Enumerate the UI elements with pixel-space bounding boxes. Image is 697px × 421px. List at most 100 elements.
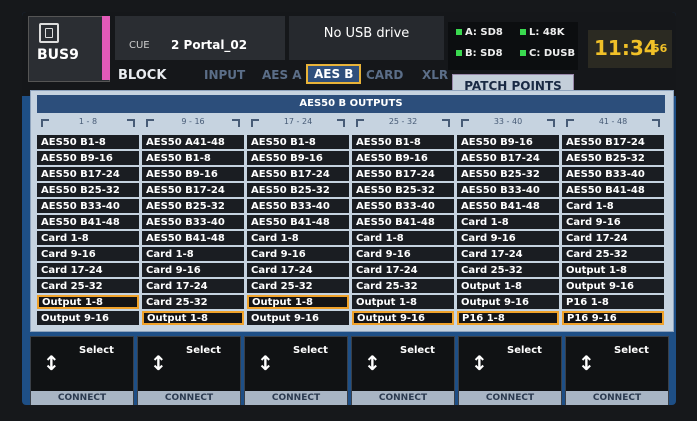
list-item[interactable]: AES50 B9-16 [247, 151, 349, 165]
up-down-arrow-icon: ↕ [364, 351, 381, 375]
usb-status[interactable]: No USB drive [289, 16, 444, 60]
list-item[interactable]: AES50 B17-24 [142, 183, 244, 197]
list-item[interactable]: AES50 B1-8 [37, 135, 139, 149]
list-item[interactable]: AES50 B41-48 [142, 231, 244, 245]
tab-aes-a[interactable]: AES A [262, 68, 302, 82]
list-item[interactable]: Card 9-16 [562, 215, 664, 229]
tab-input[interactable]: INPUT [204, 68, 245, 82]
list-item[interactable]: AES50 A41-48 [142, 135, 244, 149]
list-item[interactable]: P16 1-8 [562, 295, 664, 309]
list-item[interactable]: AES50 B41-48 [457, 199, 559, 213]
list-item[interactable]: Card 1-8 [37, 231, 139, 245]
list-item[interactable]: AES50 B17-24 [37, 167, 139, 181]
list-item[interactable]: Card 9-16 [247, 247, 349, 261]
list-item[interactable]: P16 9-16 [562, 311, 664, 325]
list-item[interactable]: Card 25-32 [142, 295, 244, 309]
usb-status-text: No USB drive [323, 26, 410, 41]
list-item[interactable]: AES50 B25-32 [457, 167, 559, 181]
list-item[interactable]: Card 17-24 [37, 263, 139, 277]
encoder-5[interactable]: ↕ Select CONNECT [458, 336, 562, 405]
column-range: 25 - 32 [352, 117, 454, 135]
list-item[interactable]: Card 25-32 [562, 247, 664, 261]
list-item[interactable]: Card 25-32 [247, 279, 349, 293]
up-down-arrow-icon: ↕ [150, 351, 167, 375]
list-item[interactable]: AES50 B25-32 [247, 183, 349, 197]
list-item[interactable]: Card 1-8 [352, 231, 454, 245]
bus-indicator[interactable]: BUS9 [28, 16, 110, 82]
list-item[interactable]: Card 9-16 [142, 263, 244, 277]
list-item[interactable]: Output 1-8 [142, 311, 244, 325]
encoder-4[interactable]: ↕ Select CONNECT [351, 336, 455, 405]
list-item[interactable]: Output 9-16 [457, 295, 559, 309]
list-item[interactable]: Output 1-8 [247, 295, 349, 309]
column-range: 41 - 48 [562, 117, 664, 135]
list-item[interactable]: AES50 B33-40 [562, 167, 664, 181]
list-item[interactable]: Card 9-16 [352, 247, 454, 261]
list-item[interactable]: AES50 B17-24 [352, 167, 454, 181]
list-item[interactable]: Card 1-8 [142, 247, 244, 261]
list-item[interactable]: AES50 B33-40 [457, 183, 559, 197]
list-item[interactable]: AES50 B1-8 [352, 135, 454, 149]
list-item[interactable]: Card 1-8 [562, 199, 664, 213]
list-item[interactable]: AES50 B33-40 [352, 199, 454, 213]
tab-card[interactable]: CARD [366, 68, 403, 82]
list-item[interactable]: AES50 B41-48 [352, 215, 454, 229]
list-item[interactable]: Output 1-8 [37, 295, 139, 309]
column-6: 41 - 48 AES50 B17-24 AES50 B25-32 AES50 … [562, 117, 664, 327]
list-item[interactable]: Card 25-32 [457, 263, 559, 277]
connect-button[interactable]: CONNECT [31, 391, 133, 405]
list-item[interactable]: AES50 B41-48 [562, 183, 664, 197]
list-item[interactable]: AES50 B17-24 [562, 135, 664, 149]
encoder-3[interactable]: ↕ Select CONNECT [244, 336, 348, 405]
connect-button[interactable]: CONNECT [566, 391, 668, 405]
connect-button[interactable]: CONNECT [459, 391, 561, 405]
list-item[interactable]: Output 1-8 [562, 263, 664, 277]
list-item[interactable]: AES50 B25-32 [352, 183, 454, 197]
encoder-6[interactable]: ↕ Select CONNECT [565, 336, 669, 405]
tab-xlr[interactable]: XLR [422, 68, 448, 82]
list-item[interactable]: Output 9-16 [562, 279, 664, 293]
list-item[interactable]: Card 17-24 [457, 247, 559, 261]
list-item[interactable]: Output 1-8 [457, 279, 559, 293]
list-item[interactable]: AES50 B41-48 [247, 215, 349, 229]
up-down-arrow-icon: ↕ [471, 351, 488, 375]
list-item[interactable]: Card 17-24 [142, 279, 244, 293]
list-item[interactable]: AES50 B25-32 [142, 199, 244, 213]
connect-button[interactable]: CONNECT [352, 391, 454, 405]
connect-button[interactable]: CONNECT [245, 391, 347, 405]
list-item[interactable]: Card 9-16 [457, 231, 559, 245]
list-item[interactable]: AES50 B33-40 [37, 199, 139, 213]
up-down-arrow-icon: ↕ [257, 351, 274, 375]
list-item[interactable]: AES50 B9-16 [142, 167, 244, 181]
encoder-1[interactable]: ↕ Select CONNECT [30, 336, 134, 405]
connect-button[interactable]: CONNECT [138, 391, 240, 405]
cue-display[interactable]: CUE 2 Portal_02 [115, 16, 285, 60]
list-item[interactable]: AES50 B33-40 [142, 215, 244, 229]
list-item[interactable]: Card 9-16 [37, 247, 139, 261]
list-item[interactable]: Card 17-24 [247, 263, 349, 277]
list-item[interactable]: Output 1-8 [352, 295, 454, 309]
list-item[interactable]: Card 1-8 [457, 215, 559, 229]
list-item[interactable]: AES50 B41-48 [37, 215, 139, 229]
list-item[interactable]: P16 1-8 [457, 311, 559, 325]
list-item[interactable]: AES50 B1-8 [247, 135, 349, 149]
list-item[interactable]: AES50 B9-16 [457, 135, 559, 149]
list-item[interactable]: AES50 B1-8 [142, 151, 244, 165]
list-item[interactable]: Output 9-16 [37, 311, 139, 325]
list-item[interactable]: AES50 B17-24 [247, 167, 349, 181]
list-item[interactable]: AES50 B9-16 [37, 151, 139, 165]
list-item[interactable]: Card 25-32 [37, 279, 139, 293]
list-item[interactable]: Output 9-16 [352, 311, 454, 325]
list-item[interactable]: AES50 B25-32 [37, 183, 139, 197]
list-item[interactable]: Card 17-24 [562, 231, 664, 245]
encoder-2[interactable]: ↕ Select CONNECT [137, 336, 241, 405]
list-item[interactable]: Output 9-16 [247, 311, 349, 325]
list-item[interactable]: AES50 B17-24 [457, 151, 559, 165]
list-item[interactable]: Card 1-8 [247, 231, 349, 245]
list-item[interactable]: AES50 B33-40 [247, 199, 349, 213]
list-item[interactable]: Card 17-24 [352, 263, 454, 277]
list-item[interactable]: AES50 B9-16 [352, 151, 454, 165]
tab-aes-b[interactable]: AES B [306, 64, 362, 84]
list-item[interactable]: AES50 B25-32 [562, 151, 664, 165]
list-item[interactable]: Card 25-32 [352, 279, 454, 293]
